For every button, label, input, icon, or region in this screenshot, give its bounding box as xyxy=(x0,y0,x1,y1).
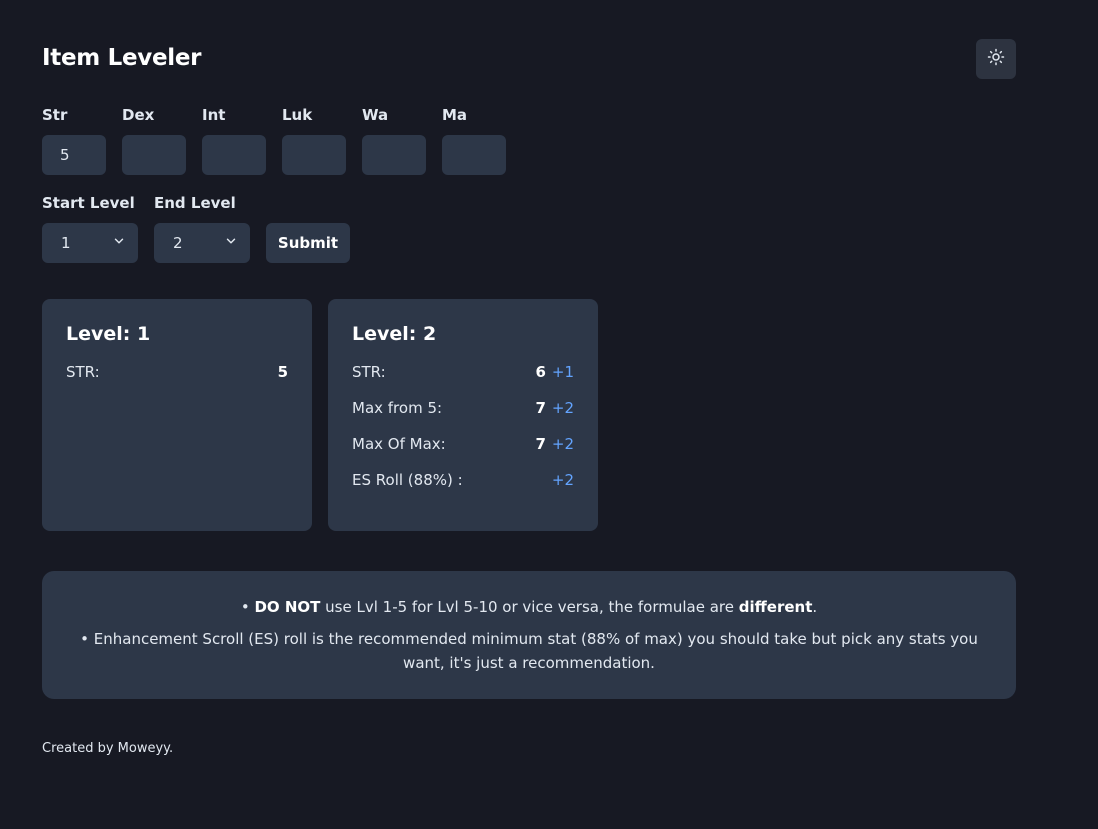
note-text: use Lvl 1-5 for Lvl 5-10 or vice versa, … xyxy=(320,598,739,616)
start-level-value: 1 xyxy=(61,234,71,252)
level-card-start: Level: 1 STR: 5 xyxy=(42,299,312,531)
stat-value-group: 6 +1 xyxy=(535,360,574,396)
start-level-field: Start Level 1 xyxy=(42,194,138,263)
sun-icon xyxy=(987,48,1005,70)
stat-increase: +2 xyxy=(551,435,574,453)
footer-credit: Created by Moweyy. xyxy=(42,741,174,756)
item-leveler-page: Item Leveler Str Dex Int xyxy=(0,0,1098,829)
stat-row-max-of-max: Max Of Max: 7 +2 xyxy=(352,432,574,468)
stat-field-ma: Ma xyxy=(442,106,506,175)
stat-increase: +2 xyxy=(551,471,574,489)
end-level-label: End Level xyxy=(154,194,236,212)
note-text: . xyxy=(812,598,818,616)
stat-value: 7 xyxy=(535,399,546,417)
stat-label: Max from 5: xyxy=(352,399,443,417)
stat-value: 6 xyxy=(535,363,546,381)
bullet: • xyxy=(240,598,255,616)
level-card-end: Level: 2 STR: 6 +1 Max from 5: 7 +2 Max Of… xyxy=(328,299,598,531)
page-title: Item Leveler xyxy=(42,45,202,71)
dex-input[interactable] xyxy=(122,135,186,175)
stat-label: STR: xyxy=(66,363,100,381)
stat-field-dex: Dex xyxy=(122,106,186,175)
stat-value-group: +2 xyxy=(546,468,574,504)
theme-toggle-button[interactable] xyxy=(976,39,1016,79)
stat-row-str: STR: 5 xyxy=(66,360,288,396)
start-level-select[interactable]: 1 xyxy=(42,223,138,263)
stat-value-group: 5 xyxy=(278,360,288,396)
stat-field-int: Int xyxy=(202,106,266,175)
card-title: Level: 1 xyxy=(66,323,151,345)
stat-label: ES Roll (88%) : xyxy=(352,471,463,489)
luk-input[interactable] xyxy=(282,135,346,175)
note-es-roll: • Enhancement Scroll (ES) roll is the re… xyxy=(80,630,978,672)
stat-inputs-row: Str Dex Int Luk Wa Ma xyxy=(42,106,506,175)
submit-button[interactable]: Submit xyxy=(266,223,350,263)
str-input[interactable] xyxy=(42,135,106,175)
card-title: Level: 2 xyxy=(352,323,437,345)
chevron-down-icon xyxy=(224,234,238,252)
end-level-select[interactable]: 2 xyxy=(154,223,250,263)
end-level-value: 2 xyxy=(173,234,183,252)
ma-label: Ma xyxy=(442,106,468,124)
stat-row-es-roll: ES Roll (88%) : +2 xyxy=(352,468,574,504)
int-label: Int xyxy=(202,106,226,124)
luk-label: Luk xyxy=(282,106,313,124)
level-select-row: Start Level 1 End Level 2 Submit xyxy=(42,194,350,263)
notes-panel: • DO NOT use Lvl 1-5 for Lvl 5-10 or vic… xyxy=(42,571,1016,699)
str-label: Str xyxy=(42,106,68,124)
stat-increase: +2 xyxy=(551,399,574,417)
ma-input[interactable] xyxy=(442,135,506,175)
stat-field-str: Str xyxy=(42,106,106,175)
stat-value-group: 7 +2 xyxy=(535,432,574,468)
note-emphasis: different xyxy=(738,598,813,616)
note-emphasis: DO NOT xyxy=(254,598,321,616)
stat-increase: +1 xyxy=(551,363,574,381)
wa-label: Wa xyxy=(362,106,389,124)
stat-label: STR: xyxy=(352,363,386,381)
stat-label: Max Of Max: xyxy=(352,435,446,453)
note-formula-warning: • DO NOT use Lvl 1-5 for Lvl 5-10 or vic… xyxy=(62,595,996,619)
stat-row-max-from-5: Max from 5: 7 +2 xyxy=(352,396,574,432)
end-level-field: End Level 2 xyxy=(154,194,250,263)
dex-label: Dex xyxy=(122,106,155,124)
stat-value: 7 xyxy=(535,435,546,453)
stat-field-wa: Wa xyxy=(362,106,426,175)
stat-row-str: STR: 6 +1 xyxy=(352,360,574,396)
stat-field-luk: Luk xyxy=(282,106,346,175)
wa-input[interactable] xyxy=(362,135,426,175)
int-input[interactable] xyxy=(202,135,266,175)
stat-value-group: 7 +2 xyxy=(535,396,574,432)
start-level-label: Start Level xyxy=(42,194,135,212)
stat-value: 5 xyxy=(277,363,288,381)
chevron-down-icon xyxy=(112,234,126,252)
